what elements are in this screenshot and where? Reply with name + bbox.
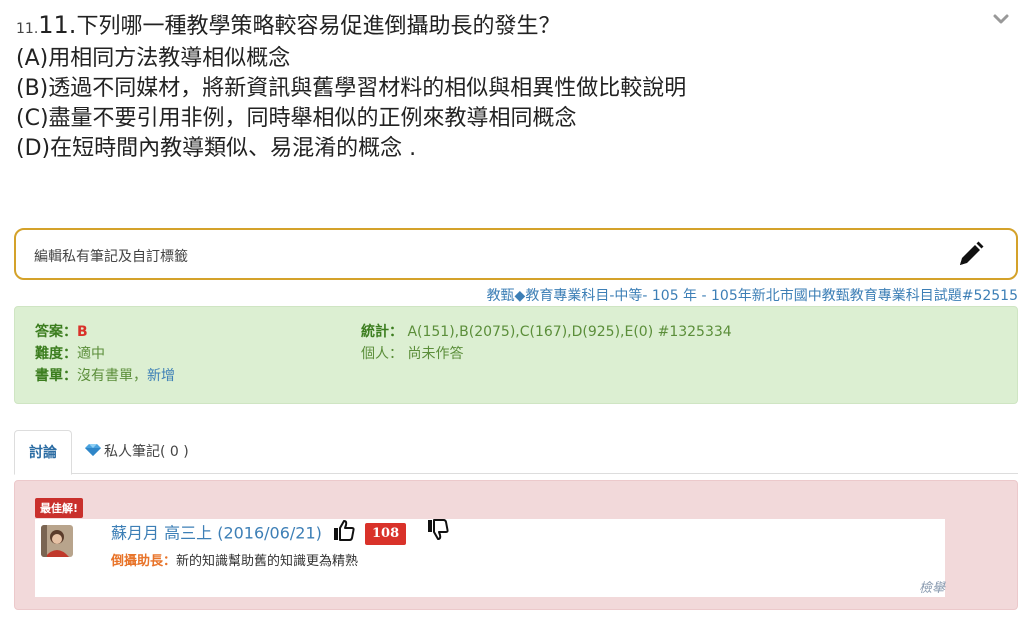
stats-row: 統計： A(151),B(2075),C(167),D(925),E(0) #1… — [361, 321, 732, 343]
difficulty-key: 難度： — [35, 346, 77, 362]
comment-card: 蘇月月 高三上 (2016/06/21) 108 倒攝助長：新的知識幫助舊的知識… — [35, 519, 945, 597]
question-block: 11.11.下列哪一種教學策略較容易促進倒攝助長的發生？ (A)用相同方法教導相… — [16, 10, 996, 164]
notes-label: 編輯私有筆記及自訂標籤 — [34, 249, 188, 265]
add-booklist-link[interactable]: 新增 — [147, 368, 175, 384]
answer-key: 答案： — [35, 324, 77, 340]
option-d: (D)在短時間內教導類似、易混淆的概念 . — [16, 136, 417, 161]
answer-row: 答案：B — [35, 321, 175, 343]
tab-bar: 討論 私人筆記( 0 ) — [14, 430, 1018, 475]
comment-header: 蘇月月 高三上 (2016/06/21) 108 — [111, 519, 449, 549]
like-count: 108 — [365, 523, 407, 545]
difficulty-value: 適中 — [77, 346, 105, 362]
thumbs-down-icon[interactable] — [427, 519, 449, 549]
difficulty-row: 難度：適中 — [35, 343, 175, 365]
discussion-panel: 最佳解! 蘇月月 高三上 (2016/06/21) 108 倒攝助長：新的知識幫… — [14, 480, 1018, 610]
tab-private-notes[interactable]: 私人筆記( 0 ) — [84, 430, 189, 474]
comment-author[interactable]: 蘇月月 — [111, 524, 159, 543]
personal-row: 個人： 尚未作答 — [361, 343, 732, 365]
stats-key: 統計： — [361, 324, 403, 340]
answer-info: 答案：B 難度：適中 書單：沒有書單，新增 — [35, 321, 175, 387]
report-link[interactable]: 檢舉 — [919, 577, 945, 596]
chevron-down-icon[interactable] — [992, 10, 1010, 28]
option-c: (C)盡量不要引用非例，同時舉相似的正例來教導相同概念 — [16, 106, 577, 131]
stats-value: A(151),B(2075),C(167),D(925),E(0) #13253… — [407, 324, 732, 340]
tab-private-notes-label: 私人筆記( 0 ) — [104, 444, 189, 460]
pencil-icon[interactable] — [954, 239, 986, 271]
booklist-value: 沒有書單， — [77, 368, 147, 384]
stats-info: 統計： A(151),B(2075),C(167),D(925),E(0) #1… — [361, 321, 732, 365]
comment-meta: 高三上 (2016/06/21) — [164, 523, 322, 543]
private-notes-box[interactable]: 編輯私有筆記及自訂標籤 — [14, 228, 1018, 280]
option-a: (A)用相同方法教導相似概念 — [16, 46, 291, 71]
personal-key: 個人： — [361, 346, 403, 362]
tab-discussion[interactable]: 討論 — [14, 430, 72, 475]
best-answer-badge: 最佳解! — [35, 498, 84, 518]
thumbs-up-icon[interactable] — [333, 519, 355, 549]
question-number-small: 11. — [16, 21, 39, 37]
question-number: 11. — [38, 11, 77, 39]
option-b: (B)透過不同媒材，將新資訊與舊學習材料的相似與相異性做比較說明 — [16, 76, 687, 101]
answer-value: B — [77, 324, 88, 340]
gem-icon — [84, 430, 102, 474]
exam-source-link[interactable]: 教甄◆教育專業科目-中等- 105 年 - 105年新北市國中教甄教育專業科目試… — [487, 285, 1018, 305]
personal-value: 尚未作答 — [407, 346, 464, 362]
comment-text: 新的知識幫助舊的知識更為精熟 — [176, 554, 359, 569]
question-stem: 下列哪一種教學策略較容易促進倒攝助長的發生？ — [76, 14, 561, 39]
booklist-key: 書單： — [35, 368, 77, 384]
answer-panel: 答案：B 難度：適中 書單：沒有書單，新增 統計： A(151),B(2075)… — [14, 306, 1018, 404]
comment-body: 倒攝助長：新的知識幫助舊的知識更為精熟 — [111, 550, 358, 569]
booklist-row: 書單：沒有書單，新增 — [35, 365, 175, 387]
avatar[interactable] — [41, 525, 73, 557]
comment-term: 倒攝助長： — [111, 554, 177, 569]
question-stem-line: 11.11.下列哪一種教學策略較容易促進倒攝助長的發生？ — [16, 10, 996, 44]
